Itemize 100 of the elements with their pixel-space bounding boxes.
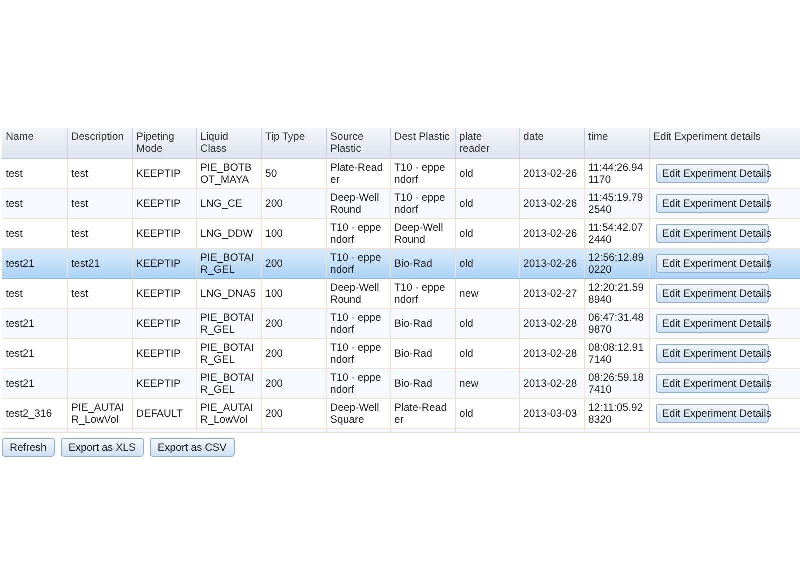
- table-cell: 2013-02-27: [524, 288, 578, 300]
- table-cell: 12:20:21.598940: [588, 282, 644, 306]
- table-cell: old: [460, 228, 474, 240]
- table-cell: PIE_AUTAIR_LowVol: [200, 402, 254, 426]
- table-cell: old: [460, 258, 474, 270]
- table-cell: 12:56:12.890220: [588, 252, 644, 276]
- column-header[interactable]: Pipeting Mode: [132, 128, 196, 158]
- table-cell: Deep-Well Round: [330, 282, 380, 306]
- table-cell: KEEPTIP: [136, 318, 181, 330]
- table-cell: Bio-Rad: [394, 378, 432, 390]
- table-cell: test: [6, 168, 23, 180]
- table-cell: Deep-Well Round: [394, 222, 444, 246]
- table-cell: new: [460, 288, 479, 300]
- table-cell: PIE_BOTAIR_GEL: [200, 312, 254, 336]
- table-cell: 2013-03-03: [524, 408, 578, 420]
- table-cell: test21: [6, 258, 35, 270]
- table-cell: old: [460, 318, 474, 330]
- table-cell: Bio-Rad: [394, 258, 432, 270]
- column-header[interactable]: plate reader: [455, 128, 519, 158]
- table-cell: KEEPTIP: [136, 288, 181, 300]
- table-cell: test: [6, 228, 23, 240]
- table-cell: LNG_DDW: [200, 228, 254, 240]
- table-cell: 11:54:42.072440: [588, 222, 644, 246]
- column-header[interactable]: Name: [2, 128, 67, 158]
- table-row[interactable]: test2_316 PIE_AUTAIR_LowVol DEFAULT PIE_AUTAIR_LowVol 200 Deep-Well Square Plate-Reader old 2013-03-03 12:11:05.928320 Edit Experiment Details: [2, 398, 800, 428]
- table-cell: T10 - eppendorf: [330, 222, 382, 246]
- table-cell: 2013-02-28: [524, 348, 578, 360]
- table-cell: 2013-02-26: [524, 228, 578, 240]
- table-cell: test21: [6, 318, 35, 330]
- table-cell: Bio-Rad: [394, 348, 432, 360]
- table-cell: Deep-Well Square: [330, 402, 380, 426]
- table-cell: test21: [6, 378, 35, 390]
- table-cell: Bio-Rad: [394, 318, 432, 330]
- table-row[interactable]: test test KEEPTIP LNG_DNA5 100 Deep-Well Round T10 - eppendorf new 2013-02-27 12:20:21.598940 Edit Experiment Details: [2, 278, 800, 308]
- column-header[interactable]: Source Plastic: [326, 128, 390, 158]
- table-cell: test21: [72, 258, 100, 270]
- table-row[interactable]: test test KEEPTIP LNG_DDW 100 T10 - eppendorf Deep-Well Round old 2013-02-26 11:54:42.072440 Edit Experiment Details: [2, 218, 800, 248]
- table-cell: test: [72, 228, 88, 240]
- table-cell: PIE_BOTAIR_GEL: [200, 342, 254, 366]
- column-header[interactable]: Edit Experiment details: [649, 128, 800, 158]
- toolbar-button[interactable]: Refresh: [2, 438, 55, 457]
- table-row[interactable]: test test KEEPTIP PIE_BOTBOT_MAYA 50 Plate-Reader T10 - eppendorf old 2013-02-26 11:44:26.941170 Edit Experiment Details: [2, 158, 800, 188]
- table-cell: new: [460, 378, 479, 390]
- table-cell: PIE_BOTAIR_GEL: [200, 252, 254, 276]
- table-cell: PIE_BOTBOT_MAYA: [200, 162, 252, 186]
- table-cell: old: [460, 408, 474, 420]
- table-cell: test: [6, 288, 23, 300]
- table-cell: 08:08:12.917140: [588, 342, 644, 366]
- toolbar-button[interactable]: Export as XLS: [60, 438, 144, 457]
- table-cell: 100: [266, 228, 284, 240]
- table-cell: 11:45:19.792540: [588, 192, 644, 216]
- table-cell: test: [72, 168, 88, 180]
- table-cell: Plate-Reader: [330, 162, 384, 186]
- table-cell: 200: [266, 378, 284, 390]
- column-header[interactable]: Liquid Class: [196, 128, 261, 158]
- table-cell: 200: [266, 348, 284, 360]
- table-row[interactable]: test test KEEPTIP LNG_CE 200 Deep-Well Round T10 - eppendorf old 2013-02-26 11:45:19.792540 Edit Experiment Details: [2, 188, 800, 218]
- table-cell: 12:11:05.928320: [588, 402, 644, 426]
- table-cell: DEFAULT: [136, 408, 183, 420]
- table-cell: 2013-02-26: [524, 168, 578, 180]
- table-cell: T10 - eppendorf: [330, 342, 382, 366]
- table-cell: test2_316: [6, 408, 52, 420]
- table-cell: test: [72, 198, 88, 210]
- table-cell: 2013-02-26: [524, 198, 578, 210]
- table-cell: 2013-02-28: [524, 378, 578, 390]
- table-cell: PIE_BOTAIR_GEL: [200, 372, 254, 396]
- table-cell: KEEPTIP: [136, 348, 181, 360]
- table-cell: KEEPTIP: [136, 258, 181, 270]
- table-cell: T10 - eppendorf: [394, 282, 446, 306]
- column-header[interactable]: Dest Plastic: [390, 128, 455, 158]
- toolbar-button[interactable]: Export as CSV: [150, 438, 235, 457]
- table-cell: test21: [6, 348, 35, 360]
- table-row[interactable]: test21 KEEPTIP PIE_BOTAIR_GEL 200 T10 - eppendorf Bio-Rad old 2013-02-28 06:47:31.489870 Edit Experiment Details: [2, 308, 800, 338]
- table-cell: 11:44:26.941170: [588, 162, 644, 186]
- column-header[interactable]: Tip Type: [261, 128, 326, 158]
- table-cell: 200: [266, 318, 284, 330]
- table-cell: KEEPTIP: [136, 168, 181, 180]
- table-cell: T10 - eppendorf: [394, 162, 446, 186]
- table-cell: LNG_DNA5: [200, 288, 256, 300]
- table-cell: T10 - eppendorf: [330, 252, 382, 276]
- table-cell: 200: [266, 258, 284, 270]
- table-cell: T10 - eppendorf: [330, 372, 382, 396]
- table-row[interactable]: test21 test21 KEEPTIP PIE_BOTAIR_GEL 200 T10 - eppendorf Bio-Rad old 2013-02-26 12:56:12.890220 Edit Experiment Details: [2, 248, 800, 278]
- table-cell: KEEPTIP: [136, 228, 181, 240]
- table-cell: old: [460, 348, 474, 360]
- table-cell: 200: [266, 198, 284, 210]
- table-cell: KEEPTIP: [136, 378, 181, 390]
- table-cell: Plate-Reader: [394, 402, 448, 426]
- column-header[interactable]: Description: [67, 128, 132, 158]
- column-header[interactable]: time: [584, 128, 649, 158]
- column-header[interactable]: date: [519, 128, 584, 158]
- table-cell: 06:47:31.489870: [588, 312, 644, 336]
- table-row[interactable]: test21 KEEPTIP PIE_BOTAIR_GEL 200 T10 - eppendorf Bio-Rad new 2013-02-28 08:26:59.187410 Edit Experiment Details: [2, 368, 800, 398]
- table-cell: 100: [266, 288, 284, 300]
- table-cell: 50: [266, 168, 278, 180]
- table-cell: test: [6, 198, 23, 210]
- table-cell: KEEPTIP: [136, 198, 181, 210]
- table-row[interactable]: test21 KEEPTIP PIE_BOTAIR_GEL 200 T10 - eppendorf Bio-Rad old 2013-02-28 08:08:12.917140 Edit Experiment Details: [2, 338, 800, 368]
- table-cell: T10 - eppendorf: [330, 312, 382, 336]
- table-cell: 200: [266, 408, 284, 420]
